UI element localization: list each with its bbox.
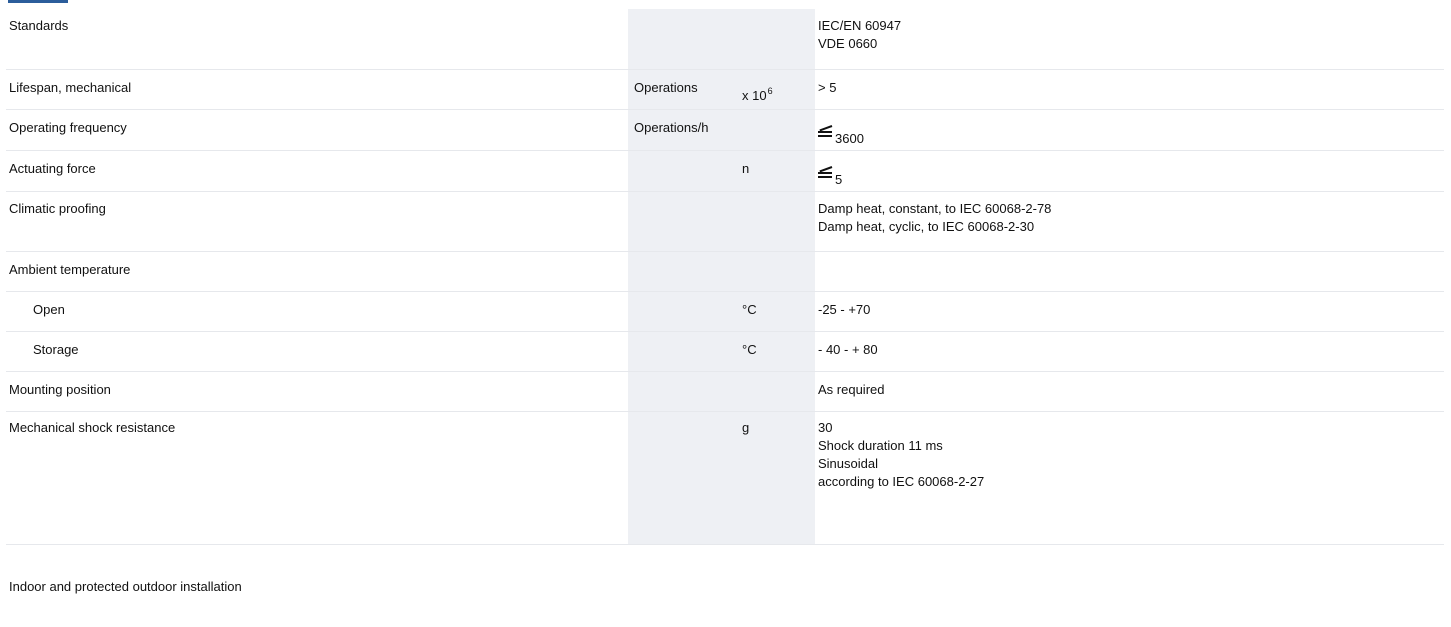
- table-row: Standards IEC/EN 60947 VDE 0660: [6, 9, 1444, 70]
- table-row: Climatic proofing Damp heat, constant, t…: [6, 191, 1444, 252]
- spec-unit: Operations/h: [628, 109, 740, 151]
- table-row: Mounting position As required: [6, 371, 1444, 412]
- spec-unit: Operations: [628, 69, 740, 110]
- spec-factor: °C: [740, 291, 815, 332]
- factor-base: x 10: [742, 87, 767, 103]
- spec-unit: [628, 291, 740, 332]
- spec-value-line: 30: [818, 419, 833, 435]
- spec-value: IEC/EN 60947 VDE 0660: [815, 9, 1444, 70]
- less-than-or-equal-icon: [818, 124, 833, 137]
- table-row: Indoor and protected outdoor installatio…: [6, 544, 1444, 627]
- spec-factor: [740, 109, 815, 151]
- spec-value-number: 5: [835, 171, 843, 187]
- table-row: Actuating force n 5: [6, 150, 1444, 192]
- table-row: Ambient temperature: [6, 251, 1444, 292]
- spec-sublabel: Storage: [6, 331, 628, 372]
- spec-label: Climatic proofing: [6, 191, 628, 252]
- spec-value: 5: [815, 150, 1444, 192]
- spec-unit: [628, 9, 740, 70]
- spec-sublabel: Open: [6, 291, 628, 332]
- spec-table: Standards IEC/EN 60947 VDE 0660 Lifespan…: [6, 9, 1444, 627]
- spec-factor: [740, 191, 815, 252]
- table-row: Open °C -25 - +70: [6, 291, 1444, 332]
- spec-value: Damp heat, constant, to IEC 60068-2-78 D…: [815, 191, 1444, 252]
- spec-value-line: VDE 0660: [818, 36, 878, 51]
- spec-label: Operating frequency: [6, 109, 628, 151]
- spec-factor: °C: [740, 331, 815, 372]
- spec-value-line: Damp heat, constant, to IEC 60068-2-78: [818, 200, 1052, 216]
- spec-unit: [628, 150, 740, 192]
- spec-factor: x 106: [740, 69, 815, 110]
- table-row: Storage °C - 40 - + 80: [6, 331, 1444, 372]
- spec-value: As required: [815, 371, 1444, 412]
- spec-value-line: IEC/EN 60947: [818, 18, 902, 33]
- spec-value: 3600: [815, 109, 1444, 151]
- spec-factor: [740, 251, 815, 292]
- spec-value-line: Damp heat, cyclic, to IEC 60068-2-30: [818, 218, 1035, 234]
- spec-label: Mechanical shock resistance: [6, 411, 628, 545]
- installation-note: Indoor and protected outdoor installatio…: [9, 578, 242, 594]
- spec-value-number: 3600: [835, 130, 864, 146]
- factor-exponent: 6: [767, 85, 773, 96]
- table-row: Operating frequency Operations/h 3600: [6, 109, 1444, 151]
- spec-value: 30 Shock duration 11 ms Sinusoidal accor…: [815, 411, 1444, 545]
- spec-label: Actuating force: [6, 150, 628, 192]
- spec-factor: g: [740, 411, 815, 545]
- spec-unit: [628, 371, 740, 412]
- spec-value: [815, 251, 1444, 292]
- spec-label: Standards: [6, 9, 628, 70]
- spec-unit: [628, 411, 740, 545]
- spec-factor: [740, 371, 815, 412]
- spec-factor: [740, 9, 815, 70]
- less-than-or-equal-icon: [818, 165, 833, 178]
- spec-value-line: according to IEC 60068-2-27: [818, 473, 985, 489]
- spec-value-line: Sinusoidal: [818, 455, 878, 471]
- spec-unit: [628, 191, 740, 252]
- spec-label: Mounting position: [6, 371, 628, 412]
- spec-value: - 40 - + 80: [815, 331, 1444, 372]
- spec-unit: [628, 251, 740, 292]
- table-row: Mechanical shock resistance g 30 Shock d…: [6, 411, 1444, 545]
- spec-value-line: Shock duration 11 ms: [818, 437, 943, 453]
- spec-label: Lifespan, mechanical: [6, 69, 628, 110]
- spec-label: Ambient temperature: [6, 251, 628, 292]
- table-row: Lifespan, mechanical Operations x 106 > …: [6, 69, 1444, 110]
- spec-value: > 5: [815, 69, 1444, 110]
- spec-factor: n: [740, 150, 815, 192]
- spec-value: -25 - +70: [815, 291, 1444, 332]
- section-accent-bar: [8, 0, 68, 3]
- spec-unit: [628, 331, 740, 372]
